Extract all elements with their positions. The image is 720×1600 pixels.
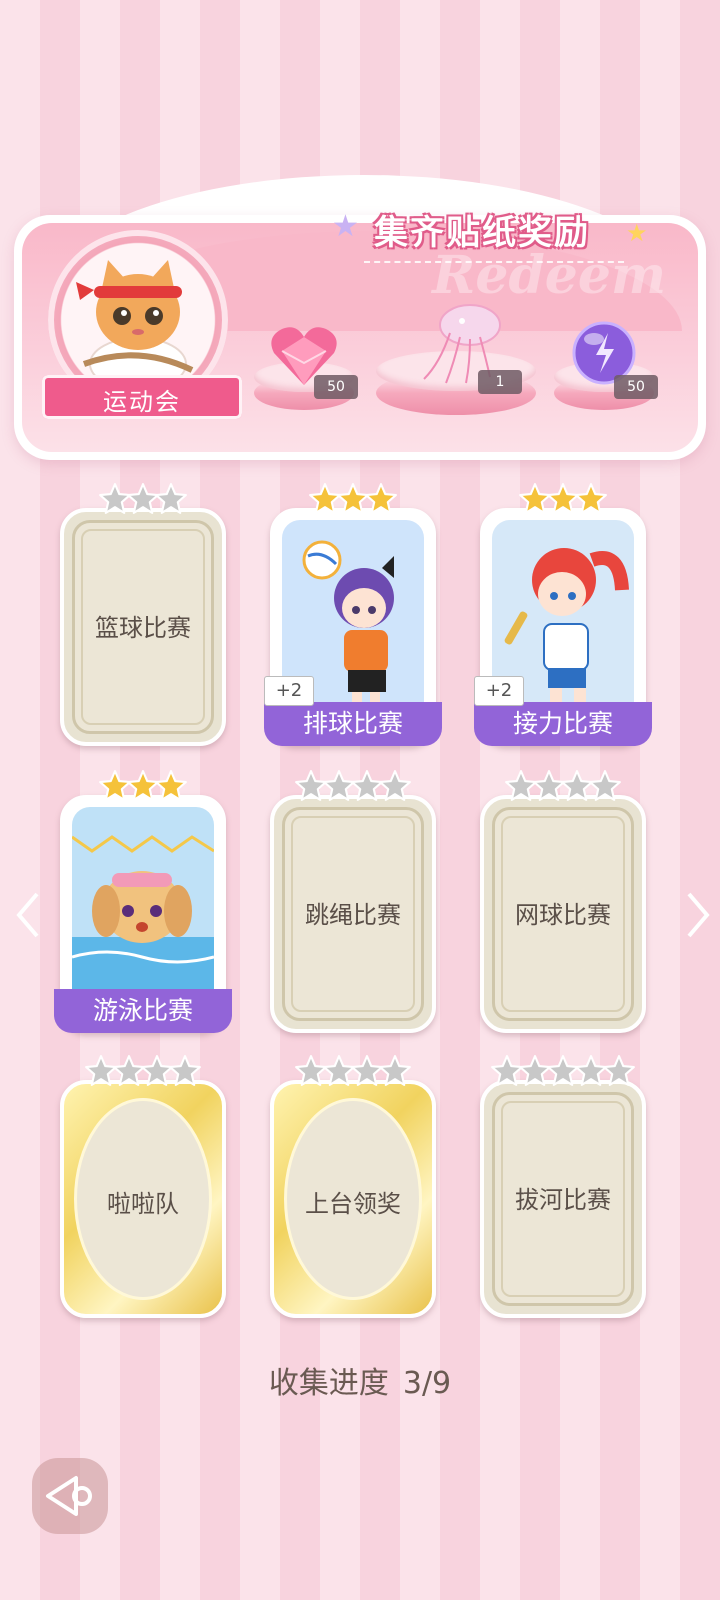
star-icon [575, 483, 607, 514]
star-rating [270, 482, 436, 518]
bonus-badge: +2 [474, 676, 524, 706]
star-rating [60, 1054, 226, 1090]
star-icon: ★ [332, 209, 359, 244]
sticker-card-volleyball[interactable]: +2 排球比赛 [264, 483, 442, 746]
card-label: 排球比赛 [264, 702, 442, 746]
card-label: 接力比赛 [474, 702, 652, 746]
card-label: 篮球比赛 [95, 614, 191, 642]
banner-title: 集齐贴纸奖励 [374, 213, 590, 253]
sticker-card-jump-rope[interactable]: 跳绳比赛 [270, 770, 436, 1033]
sticker-card-relay[interactable]: +2 接力比赛 [474, 483, 652, 746]
sticker-card-basketball[interactable]: 篮球比赛 [60, 483, 226, 746]
collection-progress: 收集进度 3/9 [0, 1358, 720, 1402]
star-icon [379, 770, 411, 801]
card-label: 网球比赛 [515, 901, 611, 929]
star-rating [480, 769, 646, 805]
star-rating [270, 769, 436, 805]
card-label: 游泳比赛 [54, 989, 232, 1033]
sticker-card-swimming[interactable]: 游泳比赛 [54, 770, 232, 1033]
chevron-right-icon[interactable] [678, 890, 718, 950]
reward-count: 50 [614, 375, 658, 399]
star-rating [270, 1054, 436, 1090]
event-ribbon: 运动会 [30, 375, 254, 419]
card-label: 上台领奖 [305, 1190, 401, 1218]
star-icon [365, 483, 397, 514]
star-icon [589, 770, 621, 801]
sticker-card-tennis[interactable]: 网球比赛 [480, 770, 646, 1033]
star-icon [155, 483, 187, 514]
star-rating [60, 482, 226, 518]
progress-value: 3/9 [402, 1366, 452, 1401]
cat-mascot-icon [76, 260, 194, 391]
sticker-card-cheerleading[interactable]: 啦啦队 [60, 1055, 226, 1318]
star-icon [169, 1055, 201, 1086]
card-label: 啦啦队 [107, 1190, 179, 1218]
star-rating [480, 482, 646, 518]
reward-banner: Redeem ★ 集齐贴纸奖励 ★ 运动会 50 1 50 [14, 175, 706, 460]
back-arrow-icon [46, 1476, 92, 1516]
sticker-card-tug-of-war[interactable]: 拔河比赛 [480, 1055, 646, 1318]
bonus-badge: +2 [264, 676, 314, 706]
star-rating [60, 769, 226, 805]
card-label: 跳绳比赛 [305, 901, 401, 929]
reward-count: 1 [478, 370, 522, 394]
star-icon [379, 1055, 411, 1086]
banner-watermark: Redeem [432, 245, 666, 306]
star-icon: ★ [626, 219, 648, 247]
star-icon [155, 770, 187, 801]
progress-label: 收集进度 [268, 1366, 389, 1401]
sticker-card-award-ceremony[interactable]: 上台领奖 [270, 1055, 436, 1318]
event-label: 运动会 [103, 388, 181, 416]
back-button[interactable] [32, 1458, 108, 1534]
chevron-left-icon[interactable] [8, 890, 48, 950]
reward-count: 50 [314, 375, 358, 399]
star-rating [480, 1054, 646, 1090]
star-icon [603, 1055, 635, 1086]
card-label: 拔河比赛 [515, 1186, 611, 1214]
